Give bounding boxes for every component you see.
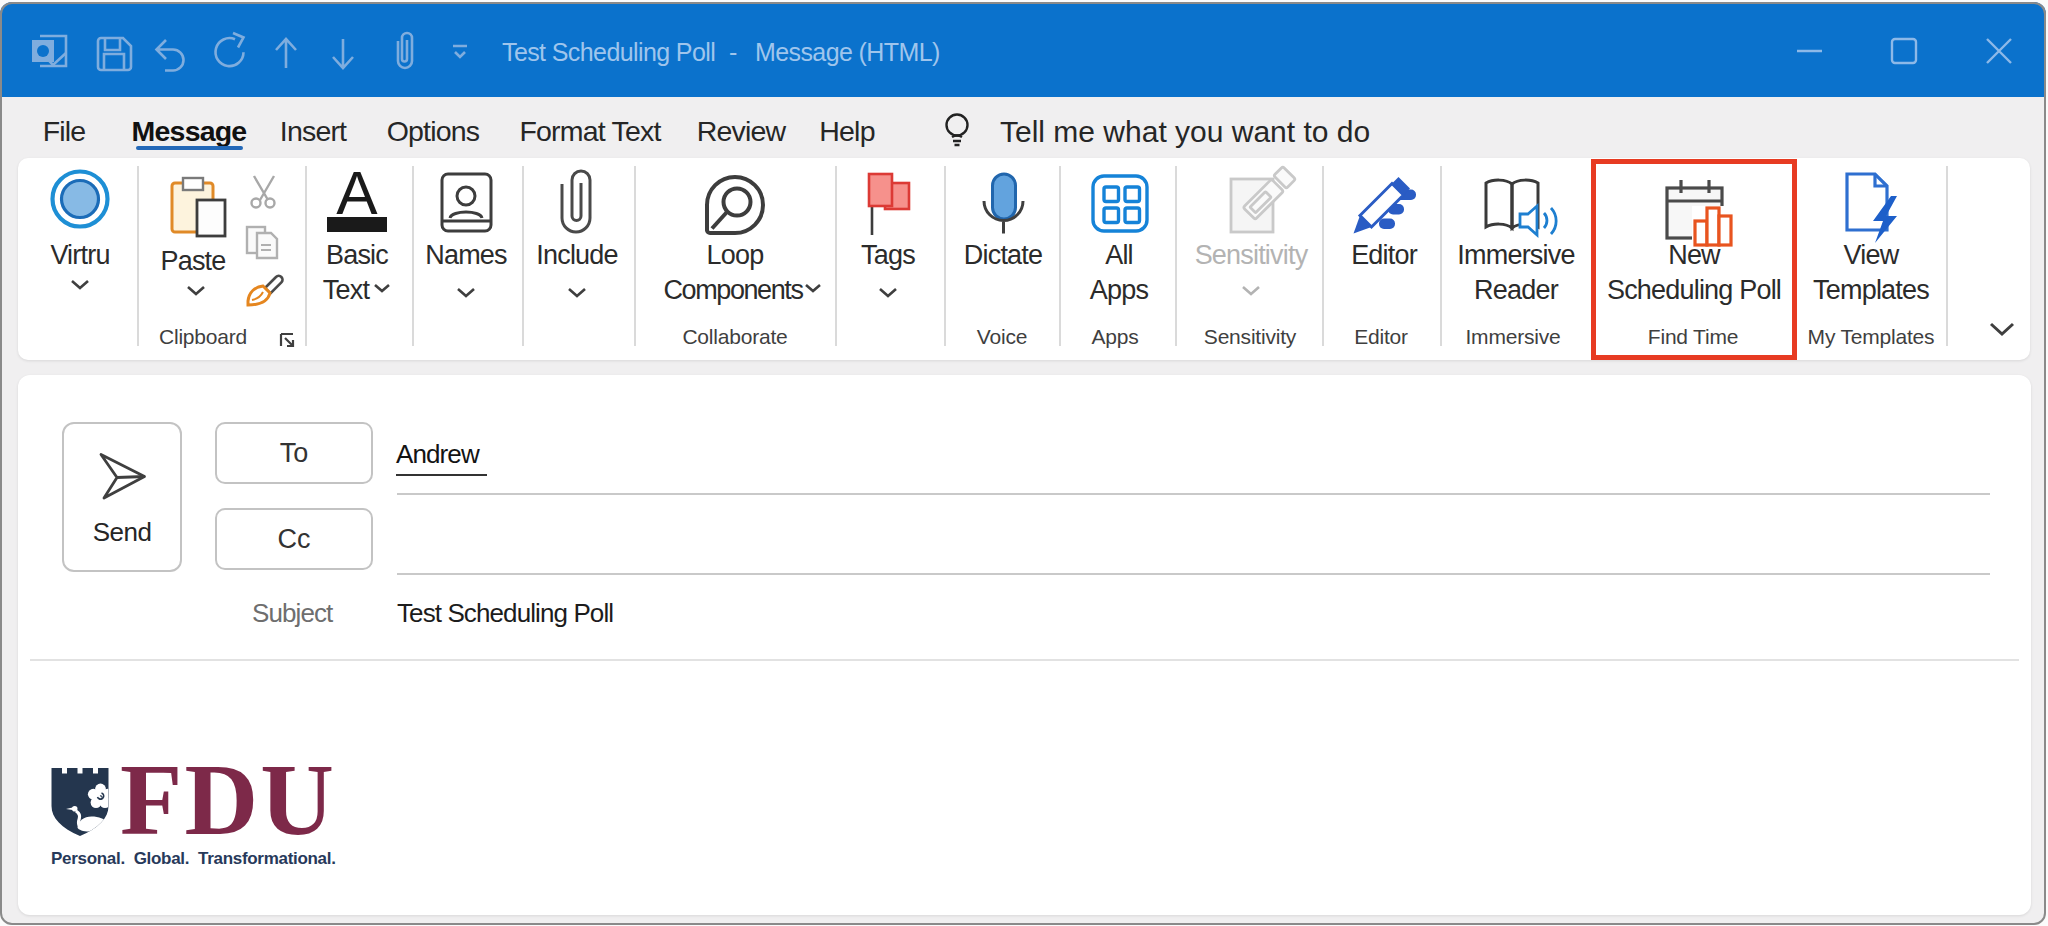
svg-text:A: A <box>336 158 378 227</box>
